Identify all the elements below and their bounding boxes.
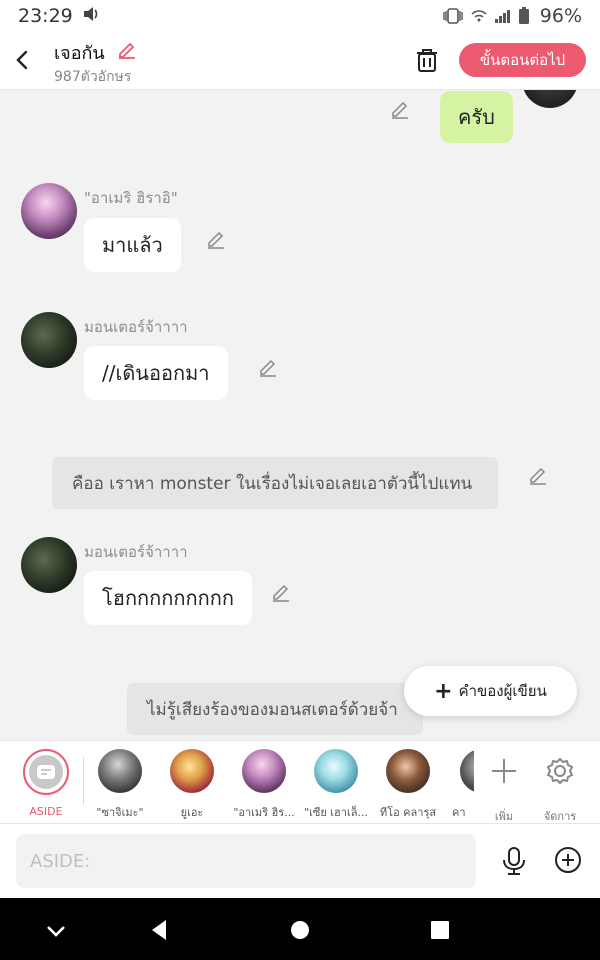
- plus-icon: +: [434, 678, 453, 704]
- avatar[interactable]: [21, 537, 77, 593]
- author-note-button[interactable]: + คำของผู้เขียน: [404, 666, 577, 716]
- sender-name: มอนเตอร์จ้าาาา: [84, 318, 188, 336]
- wifi-calling-icon: [471, 10, 487, 22]
- next-step-button[interactable]: ขั้นตอนต่อไป: [459, 43, 586, 77]
- avatar: [98, 749, 142, 793]
- avatar[interactable]: [21, 183, 77, 239]
- status-bar: 23:29 96%: [0, 0, 600, 32]
- narration-bubble[interactable]: ไม่รู้เสียงร้องของมอนสเตอร์ด้วยจ้า: [127, 683, 423, 735]
- my-message-bubble[interactable]: ครับ: [440, 91, 513, 143]
- battery-icon: [518, 7, 529, 24]
- avatar: [242, 749, 286, 793]
- aside-avatar: [23, 749, 69, 795]
- character-item[interactable]: ยูเอะ: [154, 749, 230, 821]
- plus-icon: [492, 759, 516, 783]
- input-row: [0, 824, 600, 898]
- battery-percent: 96%: [539, 5, 582, 27]
- character-item[interactable]: "เซีย เฮาเล็...: [298, 749, 374, 821]
- message-bubble[interactable]: โฮกกกกกกกกก: [84, 571, 252, 625]
- edit-pencil-icon[interactable]: [270, 581, 292, 603]
- add-label: เพิ่ม: [494, 810, 514, 823]
- chat-bubble-icon: [37, 765, 55, 779]
- author-note-label: คำของผู้เขียน: [458, 682, 547, 700]
- microphone-icon[interactable]: [500, 846, 528, 876]
- home-icon[interactable]: [286, 916, 314, 944]
- character-count: 987ตัวอักษร: [54, 69, 132, 85]
- character-aside[interactable]: ASIDE: [8, 749, 84, 818]
- story-title: เจอกัน: [54, 43, 105, 64]
- avatar[interactable]: [21, 312, 77, 368]
- trash-icon[interactable]: [414, 46, 440, 74]
- volume-icon: [83, 7, 99, 25]
- character-item[interactable]: "อาเมริ ฮิร...: [226, 749, 302, 821]
- message-input[interactable]: [16, 834, 476, 888]
- character-bar: ASIDE "ซาจิเมะ" ยูเอะ "อาเมริ ฮิร... "เซ…: [0, 740, 600, 824]
- message-bubble[interactable]: มาแล้ว: [84, 218, 181, 272]
- edit-pencil-icon[interactable]: [527, 464, 549, 486]
- character-label: ASIDE: [29, 805, 63, 818]
- avatar: [170, 749, 214, 793]
- chevron-down-icon[interactable]: [42, 916, 70, 944]
- avatar: [314, 749, 358, 793]
- character-label: ทีโอ คลารุส: [379, 806, 437, 819]
- manage-button[interactable]: จัดการ: [530, 749, 590, 823]
- edit-pencil-icon[interactable]: [389, 98, 411, 120]
- manage-label: จัดการ: [543, 810, 577, 823]
- edit-title-icon[interactable]: [116, 38, 138, 60]
- signal-icon: [494, 10, 510, 23]
- recents-icon[interactable]: [426, 916, 454, 944]
- status-icons: 96%: [442, 5, 582, 27]
- character-item[interactable]: "ซาจิเมะ": [82, 749, 158, 821]
- back-triangle-icon[interactable]: [146, 916, 174, 944]
- status-time: 23:29: [18, 5, 73, 27]
- add-circle-icon[interactable]: [554, 846, 582, 874]
- character-item[interactable]: ทีโอ คลารุส: [370, 749, 446, 821]
- gear-icon: [547, 758, 573, 784]
- sender-name: "อาเมริ ฮิราอิ": [84, 189, 178, 207]
- edit-pencil-icon[interactable]: [257, 356, 279, 378]
- back-icon[interactable]: [10, 46, 34, 74]
- character-label: "ซาจิเมะ": [96, 806, 144, 819]
- chat-area[interactable]: ครับ "อาเมริ ฮิราอิ" มาแล้ว มอนเตอร์จ้าา…: [0, 90, 600, 740]
- vibrate-icon: [443, 8, 463, 24]
- edit-pencil-icon[interactable]: [205, 228, 227, 250]
- chat-header: เจอกัน 987ตัวอักษร ขั้นตอนต่อไป: [0, 32, 600, 90]
- narration-bubble[interactable]: คืออ เราหา monster ในเรื่องไม่เจอเลยเอาต…: [52, 457, 498, 509]
- character-label: ยูเอะ: [180, 806, 204, 819]
- character-label: "อาเมริ ฮิร...: [233, 806, 295, 819]
- avatar: [386, 749, 430, 793]
- message-bubble[interactable]: //เดินออกมา: [84, 346, 228, 400]
- sender-name: มอนเตอร์จ้าาาา: [84, 543, 188, 561]
- add-character-button[interactable]: เพิ่ม: [474, 749, 534, 823]
- avatar[interactable]: [522, 90, 578, 108]
- character-label: "เซีย เฮาเล็...: [304, 806, 368, 819]
- navigation-bar: [0, 898, 600, 960]
